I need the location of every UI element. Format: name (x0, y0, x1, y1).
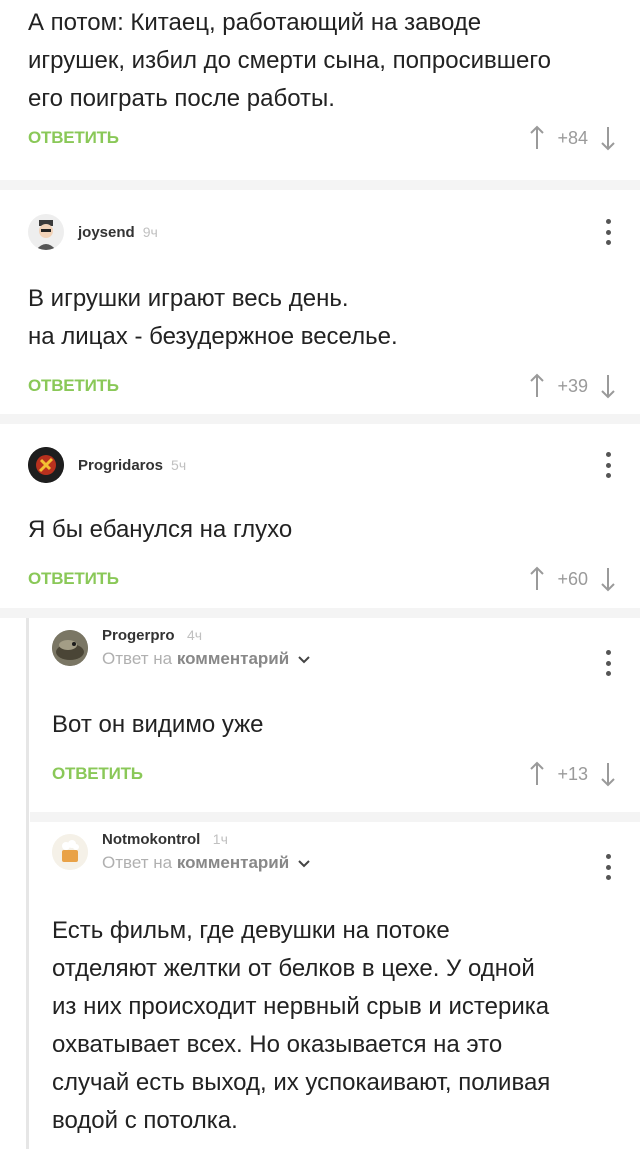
comment: А потом: Китаец, работающий на заводе иг… (28, 4, 616, 154)
author-name[interactable]: Progerpro (102, 627, 175, 644)
arrow-down-icon[interactable] (600, 761, 616, 787)
more-vertical-icon[interactable] (604, 219, 612, 245)
arrow-up-icon[interactable] (529, 761, 545, 787)
comment: Progerpro 4ч Ответ на комментарий Вот он… (52, 626, 640, 790)
comment-text: Я бы ебанулся на глухо (28, 516, 293, 543)
divider (0, 414, 640, 424)
more-vertical-icon[interactable] (604, 452, 612, 478)
reply-to-prefix: Ответ на (102, 852, 173, 872)
reply-to-link[interactable]: Ответ на комментарий (102, 853, 310, 874)
author-name[interactable]: Progridaros (78, 457, 163, 474)
chevron-down-icon (298, 649, 310, 669)
score: +39 (557, 375, 588, 396)
comment: joysend 9ч В игрушки играют весь день. н… (28, 212, 640, 402)
arrow-down-icon[interactable] (600, 373, 616, 399)
comment-text: А потом: Китаец, работающий на заводе иг… (28, 9, 551, 112)
avatar[interactable] (28, 214, 64, 250)
divider (0, 180, 640, 190)
score: +60 (557, 568, 588, 589)
comment: Progridaros 5ч Я бы ебанулся на глухо ОТ… (28, 445, 640, 595)
arrow-down-icon[interactable] (600, 566, 616, 592)
comment: Notmokontrol 1ч Ответ на комментарий Ест… (52, 830, 640, 1140)
reply-to-target: комментарий (176, 648, 290, 668)
reply-to-target: комментарий (176, 852, 290, 872)
more-vertical-icon[interactable] (604, 650, 612, 676)
score: +84 (557, 127, 588, 148)
reply-to-prefix: Ответ на (102, 648, 173, 668)
comment-text: В игрушки играют весь день. на лицах - б… (28, 285, 398, 350)
reply-to-link[interactable]: Ответ на комментарий (102, 649, 310, 670)
author-name[interactable]: joysend (78, 224, 135, 241)
divider (0, 608, 640, 618)
avatar[interactable] (52, 630, 88, 666)
comment-text: Вот он видимо уже (52, 711, 264, 738)
chevron-down-icon (298, 853, 310, 873)
divider (30, 812, 640, 822)
reply-button[interactable]: ОТВЕТИТЬ (28, 376, 119, 396)
comment-time: 4ч (186, 626, 203, 643)
arrow-up-icon[interactable] (529, 125, 545, 151)
comment-time: 5ч (171, 457, 187, 473)
more-vertical-icon[interactable] (604, 854, 612, 880)
thread-line (26, 618, 29, 1149)
score: +13 (557, 763, 588, 784)
avatar[interactable] (52, 834, 88, 870)
arrow-up-icon[interactable] (529, 566, 545, 592)
arrow-up-icon[interactable] (529, 373, 545, 399)
arrow-down-icon[interactable] (600, 125, 616, 151)
reply-button[interactable]: ОТВЕТИТЬ (52, 764, 143, 784)
author-name[interactable]: Notmokontrol (102, 831, 200, 848)
reply-button[interactable]: ОТВЕТИТЬ (28, 128, 119, 148)
avatar[interactable] (28, 447, 64, 483)
comment-time: 9ч (142, 224, 158, 240)
reply-button[interactable]: ОТВЕТИТЬ (28, 569, 119, 589)
comment-time: 1ч (212, 830, 228, 847)
comment-text: Есть фильм, где девушки на потоке отделя… (52, 917, 551, 1134)
